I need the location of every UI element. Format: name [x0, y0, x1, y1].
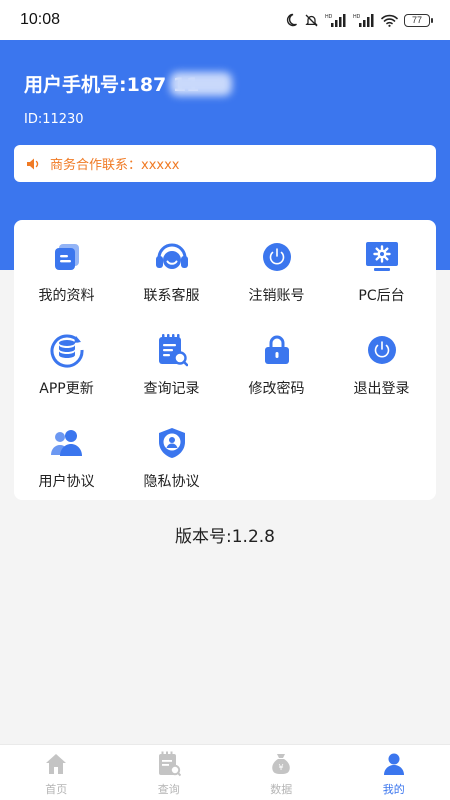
clipboard-search-icon	[156, 751, 182, 777]
tab-data[interactable]: ¥ 数据	[225, 745, 338, 800]
monitor-gear-icon	[363, 238, 401, 276]
tab-query[interactable]: 查询	[113, 745, 226, 800]
tab-label: 首页	[45, 783, 68, 796]
moon-icon	[286, 13, 297, 27]
menu-item-customer-service[interactable]: 联系客服	[119, 238, 224, 318]
phone-number-mask	[170, 72, 232, 96]
svg-text:¥: ¥	[279, 763, 284, 772]
version-label: 版本号:1.2.8	[175, 527, 275, 547]
user-icon	[381, 751, 407, 777]
menu-item-privacy-agreement[interactable]: 隐私协议	[119, 424, 224, 504]
tab-mine[interactable]: 我的	[338, 745, 450, 800]
menu-label: PC后台	[358, 288, 405, 304]
menu-label: 退出登录	[353, 381, 410, 397]
headset-icon	[153, 238, 191, 276]
menu-label: 联系客服	[143, 288, 200, 304]
menu-label: 我的资料	[38, 288, 95, 304]
power-icon	[363, 331, 401, 369]
notice-bar[interactable]: 商务合作联系：xxxxx	[14, 145, 436, 182]
svg-text:HD: HD	[325, 14, 333, 20]
status-time: 10:08	[20, 11, 61, 28]
tab-label: 数据	[270, 783, 293, 796]
status-bar: 10:08 HD HD 77	[0, 0, 450, 40]
money-bag-icon: ¥	[268, 751, 294, 777]
menu-label: APP更新	[39, 381, 94, 397]
clipboard-search-icon	[153, 331, 191, 369]
menu-item-pc-backend[interactable]: PC后台	[329, 238, 434, 318]
tab-home[interactable]: 首页	[0, 745, 113, 800]
home-icon	[43, 751, 69, 777]
wifi-icon	[381, 14, 398, 27]
menu-label: 注销账号	[248, 288, 305, 304]
menu-item-change-password[interactable]: 修改密码	[224, 331, 329, 411]
profile-card-icon	[48, 238, 86, 276]
battery-icon: 77	[404, 13, 433, 27]
menu-item-app-update[interactable]: APP更新	[14, 331, 119, 411]
user-id-label: ID:11230	[24, 112, 84, 127]
speaker-icon	[27, 158, 39, 169]
svg-text:HD: HD	[353, 14, 361, 20]
menu-item-user-agreement[interactable]: 用户协议	[14, 424, 119, 504]
notice-text: 商务合作联系：xxxxx	[50, 158, 180, 173]
menu-label: 修改密码	[248, 381, 305, 397]
menu-grid: 我的资料 联系客服 注销账号 PC后台 APP更新 查询记录 修改密码 退出登录…	[14, 220, 436, 500]
power-icon	[258, 238, 296, 276]
users-icon	[48, 424, 86, 462]
tab-label: 我的	[382, 783, 405, 796]
menu-item-query-records[interactable]: 查询记录	[119, 331, 224, 411]
signal-hd-icon: HD	[325, 14, 346, 27]
mute-bell-icon	[305, 14, 318, 26]
database-refresh-icon	[48, 331, 86, 369]
menu-label: 查询记录	[143, 381, 200, 397]
shield-user-icon	[153, 424, 191, 462]
menu-label: 用户协议	[38, 474, 95, 490]
lock-icon	[258, 331, 296, 369]
bottom-tab-bar: 首页 查询 ¥ 数据 我的	[0, 744, 450, 800]
menu-label: 隐私协议	[143, 474, 200, 490]
status-icons: HD HD 77	[284, 13, 433, 28]
signal-hd-icon-2: HD	[353, 14, 374, 27]
tab-label: 查询	[157, 783, 180, 796]
menu-item-delete-account[interactable]: 注销账号	[224, 238, 329, 318]
menu-item-logout[interactable]: 退出登录	[329, 331, 434, 411]
menu-item-my-profile[interactable]: 我的资料	[14, 238, 119, 318]
